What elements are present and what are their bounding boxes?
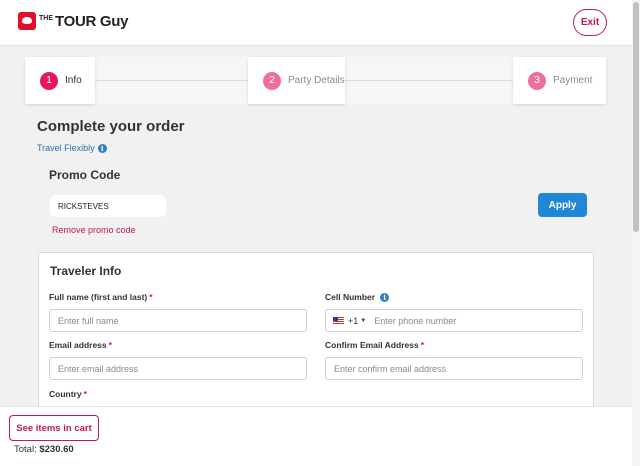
cell-number-label: Cell Number i [325, 292, 390, 302]
required-mark: * [83, 389, 87, 399]
travel-flexibly-link[interactable]: Travel Flexibly [37, 143, 95, 153]
step-party-details[interactable]: 2 Party Details [248, 57, 345, 104]
cell-number-label-text: Cell Number [325, 292, 376, 302]
total-value: $230.60 [39, 444, 74, 455]
country-label-text: Country [49, 389, 82, 399]
step-label: Info [65, 75, 82, 86]
tour-guy-logo[interactable]: THE TOUR Guy [18, 12, 128, 30]
chevron-down-icon[interactable]: ▼ [360, 318, 366, 324]
country-label: Country * [49, 389, 87, 399]
required-mark: * [108, 340, 112, 350]
full-name-label: Full name (first and last) * [49, 292, 153, 302]
checkout-stepper: 1 Info 2 Party Details 3 Payment [25, 57, 606, 104]
travel-flexibly-row: Travel Flexibly i [37, 143, 107, 153]
full-name-label-text: Full name (first and last) [49, 292, 148, 302]
traveler-info-heading: Traveler Info [50, 264, 122, 278]
order-total: Total: $230.60 [14, 444, 74, 455]
see-items-in-cart-button[interactable]: See items in cart [9, 415, 99, 441]
traveler-info-card: Traveler Info Full name (first and last)… [38, 252, 594, 412]
total-label: Total: [14, 444, 40, 455]
logo-badge-icon [18, 12, 36, 30]
step-payment[interactable]: 3 Payment [513, 57, 606, 104]
phone-placeholder: Enter phone number [374, 315, 457, 326]
page-title: Complete your order [37, 118, 185, 135]
top-header: THE TOUR Guy Exit [0, 0, 632, 46]
info-icon[interactable]: i [97, 143, 107, 153]
us-flag-icon[interactable] [333, 316, 344, 325]
logo-the-text: THE [39, 14, 53, 22]
scrollbar-thumb[interactable] [633, 2, 639, 232]
step-number: 1 [40, 71, 58, 90]
remove-promo-link[interactable]: Remove promo code [52, 225, 136, 235]
required-mark: * [420, 340, 424, 350]
email-field[interactable]: Enter email address [49, 357, 307, 380]
promo-code-input[interactable]: RICKSTEVES [50, 195, 166, 217]
step-number: 3 [528, 71, 546, 90]
email-label-text: Email address [49, 340, 107, 350]
step-info[interactable]: 1 Info [25, 57, 95, 104]
full-name-field[interactable]: Enter full name [49, 309, 307, 332]
country-code-select[interactable]: +1 [348, 316, 358, 326]
promo-code-heading: Promo Code [49, 168, 121, 182]
phone-field[interactable]: +1 ▼ Enter phone number [325, 309, 583, 332]
step-connector [345, 80, 513, 81]
confirm-email-label-text: Confirm Email Address [325, 340, 419, 350]
confirm-email-field[interactable]: Enter confirm email address [325, 357, 583, 380]
step-number: 2 [263, 71, 281, 90]
step-connector [95, 80, 248, 81]
confirm-email-label: Confirm Email Address * [325, 340, 424, 350]
info-icon[interactable]: i [380, 292, 390, 302]
exit-button[interactable]: Exit [573, 9, 607, 36]
step-label: Payment [553, 75, 593, 86]
email-label: Email address * [49, 340, 112, 350]
required-mark: * [149, 292, 153, 302]
apply-button[interactable]: Apply [538, 193, 587, 217]
step-label: Party Details [288, 75, 345, 86]
logo-name-text: TOUR Guy [55, 12, 129, 30]
cart-footer: See items in cart Total: $230.60 [0, 406, 632, 466]
page-scrollbar[interactable] [632, 0, 640, 466]
